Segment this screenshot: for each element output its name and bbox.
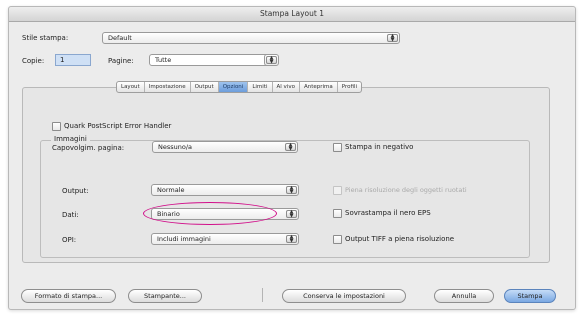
tab-options[interactable]: Opzioni [218, 82, 249, 92]
highlight-ellipse [143, 202, 277, 225]
overprint-black-eps-label: Sovrastampa il nero EPS [345, 209, 431, 217]
popup-arrows-icon: ▲ ▼ [387, 34, 398, 42]
quark-error-handler-label: Quark PostScript Error Handler [64, 122, 172, 130]
output-label: Output: [62, 187, 89, 195]
opi-value: Includi immagini [157, 235, 211, 243]
overprint-black-eps-checkbox[interactable] [333, 209, 342, 218]
pages-label: Pagine: [108, 57, 134, 65]
quark-error-handler-checkbox[interactable] [52, 122, 61, 131]
print-button[interactable]: Stampa [504, 289, 556, 303]
tiff-full-resolution-checkbox[interactable] [333, 235, 342, 244]
page-format-button[interactable]: Formato di stampa... [21, 289, 116, 303]
tab-bleed[interactable]: Al vivo [273, 82, 300, 92]
pages-dropdown-button[interactable]: ▲ ▼ [264, 54, 279, 66]
tab-preview[interactable]: Anteprima [300, 82, 338, 92]
full-resolution-rotated-label: Piena risoluzione degli oggetti ruotati [345, 186, 467, 194]
full-resolution-rotated-checkbox[interactable] [333, 186, 342, 195]
pages-combo[interactable]: Tutte [149, 54, 273, 66]
data-label: Dati: [62, 211, 79, 219]
output-popup[interactable]: Normale ▲ ▼ [151, 184, 299, 196]
print-style-value: Default [108, 34, 132, 42]
tab-profiles[interactable]: Profili [338, 82, 361, 92]
print-style-popup[interactable]: Default ▲ ▼ [102, 32, 400, 44]
opi-label: OPI: [62, 236, 77, 244]
opi-popup[interactable]: Includi immagini ▲ ▼ [151, 233, 299, 245]
pages-value: Tutte [155, 56, 172, 64]
tab-setup[interactable]: Impostazione [145, 82, 191, 92]
tab-bar: Layout Impostazione Output Opzioni Limit… [116, 81, 363, 93]
button-separator [262, 288, 263, 302]
cancel-button[interactable]: Annulla [434, 289, 494, 303]
popup-arrows-icon: ▲ ▼ [286, 210, 297, 218]
tiff-full-resolution-label: Output TIFF a piena risoluzione [345, 235, 455, 243]
pages-arrows-icon: ▲ ▼ [266, 56, 277, 64]
tab-output[interactable]: Output [191, 82, 219, 92]
popup-arrows-icon: ▲ ▼ [286, 235, 297, 243]
copies-label: Copie: [22, 57, 45, 65]
output-value: Normale [157, 186, 185, 194]
images-group-title: Immagini [51, 134, 90, 144]
popup-arrows-icon: ▲ ▼ [286, 186, 297, 194]
print-style-label: Stile stampa: [22, 34, 69, 42]
save-settings-button[interactable]: Conserva le impostazioni [282, 289, 406, 303]
copies-field[interactable]: 1 [55, 54, 91, 66]
tab-layout[interactable]: Layout [117, 82, 145, 92]
window-title: Stampa Layout 1 [9, 7, 575, 22]
tab-limits[interactable]: Limiti [248, 82, 273, 92]
printer-button[interactable]: Stampante... [128, 289, 202, 303]
